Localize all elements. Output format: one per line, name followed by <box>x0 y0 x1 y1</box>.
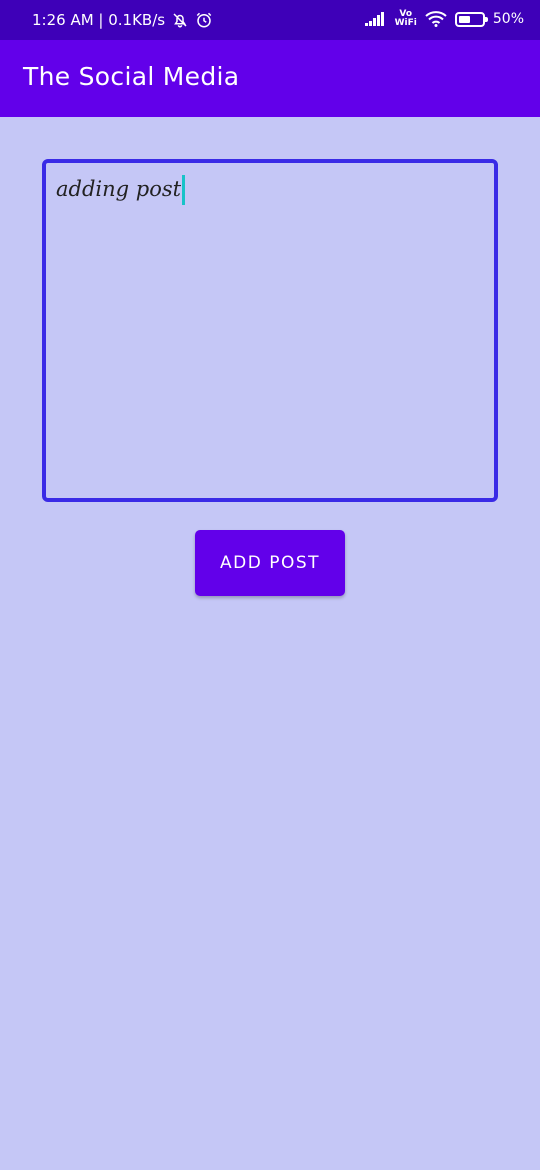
status-right: Vo WiFi 50% <box>364 10 524 28</box>
vowifi-indicator: Vo WiFi <box>395 10 417 28</box>
mute-bell-icon <box>173 13 187 28</box>
battery-fill <box>458 15 470 23</box>
text-cursor <box>182 175 186 205</box>
status-left: 1:26 AM | 0.1KB/s <box>32 11 213 29</box>
wifi-label: WiFi <box>394 18 417 28</box>
app-bar: The Social Media <box>0 40 540 117</box>
status-time-network: 1:26 AM | 0.1KB/s <box>32 11 166 29</box>
alarm-icon <box>196 12 212 28</box>
post-text-area[interactable]: adding post <box>56 175 186 205</box>
wifi-icon <box>425 11 447 27</box>
add-post-button[interactable]: ADD POST <box>195 530 345 596</box>
status-bar: 1:26 AM | 0.1KB/s Vo WiFi 50% <box>0 0 540 40</box>
app-title: The Social Media <box>23 62 240 91</box>
post-input-value: adding post <box>56 177 182 201</box>
signal-icon <box>364 12 384 26</box>
post-input[interactable]: adding post <box>42 159 498 502</box>
battery-nub <box>484 16 488 22</box>
battery-percent: 50% <box>492 11 524 27</box>
battery-icon <box>454 11 488 27</box>
